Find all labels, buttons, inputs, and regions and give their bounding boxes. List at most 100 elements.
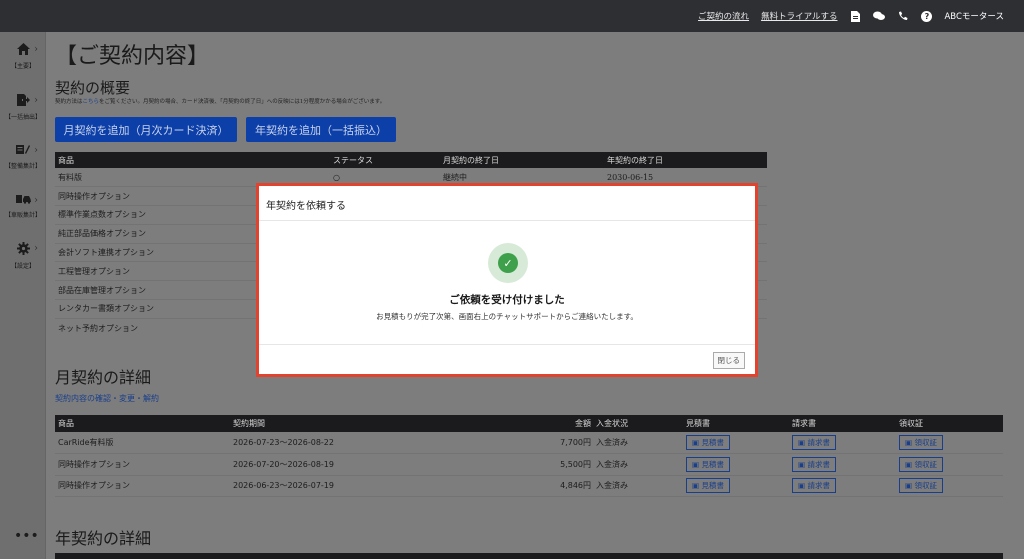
sidebar-item-label: 【設定】 (10, 263, 35, 270)
table-cell: 入金済み (593, 432, 683, 454)
contract-method-link[interactable]: こちら (83, 99, 100, 105)
sidebar-item-car-sales[interactable]: › 【車販集計】 (0, 194, 46, 219)
invoice-button[interactable]: ▣ 請求書 (792, 456, 836, 472)
receipt-button[interactable]: ▣ 領収証 (899, 456, 943, 472)
receipt-button[interactable]: ▣ 領収証 (899, 435, 943, 450)
add-monthly-button[interactable]: 月契約を追加（月次カード決済） (55, 117, 237, 142)
invoice-button-label: 請求書 (807, 438, 830, 447)
account-name[interactable]: ABCモータース (944, 10, 1004, 22)
table-cell: CarRide有料版 (55, 432, 230, 454)
maintenance-icon (0, 144, 46, 159)
modal-header: 年契約を依頼する (259, 186, 755, 221)
free-trial-link[interactable]: 無料トライアルする (761, 10, 837, 22)
sidebar-item-export[interactable]: › 【一括抽出】 (0, 94, 46, 121)
home-icon (0, 43, 46, 59)
phone-icon[interactable] (897, 9, 909, 23)
sidebar-item-label: 【整備集計】 (4, 163, 41, 170)
gear-icon (0, 242, 46, 259)
chevron-right-icon: › (34, 95, 38, 106)
success-submessage: お見積もりが完了次第、画面右上のチャットサポートからご連絡いたします。 (376, 312, 638, 321)
invoice-button-label: 請求書 (807, 481, 830, 491)
table-cell: ▣ 領収証 (896, 475, 1003, 497)
modal-title: 年契約を依頼する (266, 201, 346, 212)
column-header: 契約期間 (230, 415, 475, 432)
receipt-button-label: 領収証 (914, 438, 937, 447)
chevron-right-icon: › (34, 145, 38, 156)
column-header: 商品 (55, 152, 330, 168)
column-header: 商品 (55, 415, 230, 432)
help-icon[interactable]: ? (921, 10, 933, 22)
sidebar-item-settings[interactable]: › 【設定】 (0, 242, 46, 270)
chevron-right-icon: › (34, 195, 38, 206)
invoice-button[interactable]: ▣ 請求書 (792, 435, 836, 450)
monthly-table: 商品 契約期間 金額 入金状況 見積書 請求書 領収証 CarRide有料版 2… (55, 415, 1003, 497)
export-icon (0, 94, 46, 110)
table-cell: ▣ 領収証 (896, 432, 1003, 454)
overview-desc-text: 契約方法は (55, 99, 83, 105)
table-cell: 同時操作オプション (55, 453, 230, 476)
table-cell: ▣ 請求書 (789, 432, 896, 454)
table-row: CarRide有料版 2026-07-23〜2026-08-22 7,700円 … (55, 432, 1003, 454)
quote-button[interactable]: ▣ 見積書 (686, 456, 730, 472)
overview-desc-text: をご覧ください。月契約の場合、カード決済後、「月契約の終了日」への反映には1分程… (99, 99, 386, 105)
table-cell: 2026-06-23〜2026-07-19 (230, 475, 475, 497)
document-icon[interactable] (849, 9, 861, 23)
quote-button-label: 見積書 (701, 481, 724, 491)
quote-button-label: 見積書 (701, 438, 724, 447)
sidebar-item-label: 【主要】 (10, 63, 35, 70)
yearly-table-header (55, 553, 1003, 559)
table-cell: 5,500円 (475, 453, 593, 476)
yearly-section-title: 年契約の詳細 (55, 529, 152, 548)
column-header: 入金状況 (593, 415, 683, 432)
receipt-button-label: 領収証 (914, 481, 937, 491)
request-modal: 年契約を依頼する ✓ ご依頼を受け付けました お見積もりが完了次第、画面右上のチ… (256, 183, 758, 377)
receipt-button[interactable]: ▣ 領収証 (899, 478, 943, 494)
column-header: 月契約の終了日 (440, 152, 604, 168)
column-header: 金額 (475, 415, 593, 432)
overview-title: 契約の概要 (55, 79, 131, 97)
invoice-button[interactable]: ▣ 請求書 (792, 478, 836, 494)
sidebar: › 【主要】 › 【一括抽出】 › 【整備集計】 › 【車販集計】 › 【設定】… (0, 32, 46, 559)
table-row: 同時操作オプション 2026-07-20〜2026-08-19 5,500円 入… (55, 453, 1003, 476)
table-cell: ▣ 請求書 (789, 453, 896, 476)
table-cell: ▣ 領収証 (896, 453, 1003, 476)
table-cell: 入金済み (593, 453, 683, 476)
sidebar-item-maintenance[interactable]: › 【整備集計】 (0, 144, 46, 170)
quote-button[interactable]: ▣ 見積書 (686, 435, 730, 450)
table-cell: 入金済み (593, 475, 683, 497)
close-button[interactable]: 閉じる (712, 352, 745, 369)
column-header: 請求書 (789, 415, 896, 432)
table-cell: ▣ 見積書 (683, 432, 789, 454)
table-cell: ▣ 見積書 (683, 475, 789, 497)
column-header: 領収証 (896, 415, 1003, 432)
quote-button-label: 見積書 (701, 459, 724, 469)
add-yearly-button[interactable]: 年契約を追加（一括振込） (246, 117, 396, 142)
table-cell: ▣ 見積書 (683, 453, 789, 476)
table-header-row: 商品 ステータス 月契約の終了日 年契約の終了日 (55, 152, 767, 168)
table-row: 同時操作オプション 2026-06-23〜2026-07-19 4,846円 入… (55, 475, 1003, 497)
table-cell: 同時操作オプション (55, 475, 230, 497)
quote-button[interactable]: ▣ 見積書 (686, 478, 730, 494)
sidebar-item-label: 【車販集計】 (4, 212, 41, 219)
invoice-button-label: 請求書 (807, 459, 830, 469)
chevron-right-icon: › (34, 44, 38, 55)
receipt-button-label: 領収証 (914, 459, 937, 469)
table-cell: 7,700円 (475, 432, 593, 454)
column-header: 見積書 (683, 415, 789, 432)
chat-icon[interactable] (873, 9, 886, 23)
table-cell: 4,846円 (475, 475, 593, 497)
contract-flow-link[interactable]: ご契約の流れ (698, 10, 749, 22)
success-badge: ✓ (488, 243, 528, 283)
column-header: 年契約の終了日 (604, 152, 767, 168)
manage-contract-link[interactable]: 契約内容の確認・変更・解約 (55, 393, 159, 404)
table-cell: ▣ 請求書 (789, 475, 896, 497)
car-sales-icon (0, 194, 46, 208)
chevron-right-icon: › (34, 243, 38, 254)
sidebar-item-main[interactable]: › 【主要】 (0, 43, 46, 70)
check-icon: ✓ (498, 253, 518, 273)
monthly-section-title: 月契約の詳細 (55, 368, 152, 387)
page-title: 【ご契約内容】 (55, 44, 210, 69)
table-header-row: 商品 契約期間 金額 入金状況 見積書 請求書 領収証 (55, 415, 1003, 432)
more-menu-icon[interactable]: ••• (14, 528, 39, 544)
column-header: ステータス (330, 152, 440, 168)
